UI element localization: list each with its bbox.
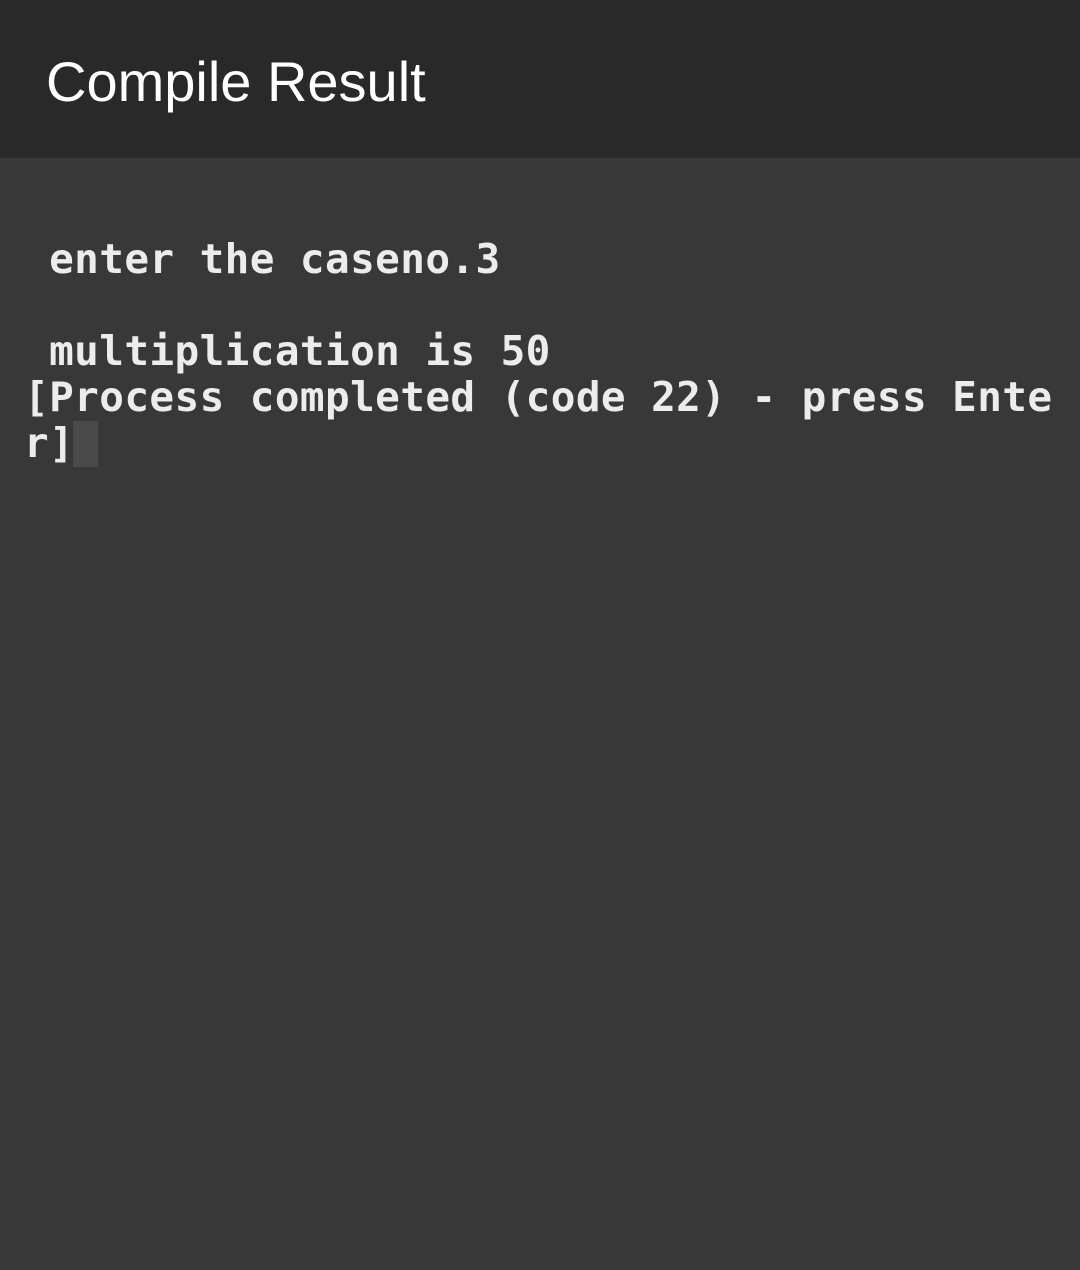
text-cursor: [73, 421, 98, 467]
terminal-line: multiplication is 50: [24, 327, 551, 375]
page-title: Compile Result: [46, 50, 426, 113]
terminal-output[interactable]: enter the caseno.3 multiplication is 50 …: [0, 158, 1080, 1270]
terminal-line: [Process completed (code 22) - press Ent…: [24, 373, 1053, 421]
terminal-line: r]: [24, 419, 75, 467]
terminal-line: enter the caseno.3: [24, 235, 501, 283]
app-bar: Compile Result: [0, 0, 1080, 158]
